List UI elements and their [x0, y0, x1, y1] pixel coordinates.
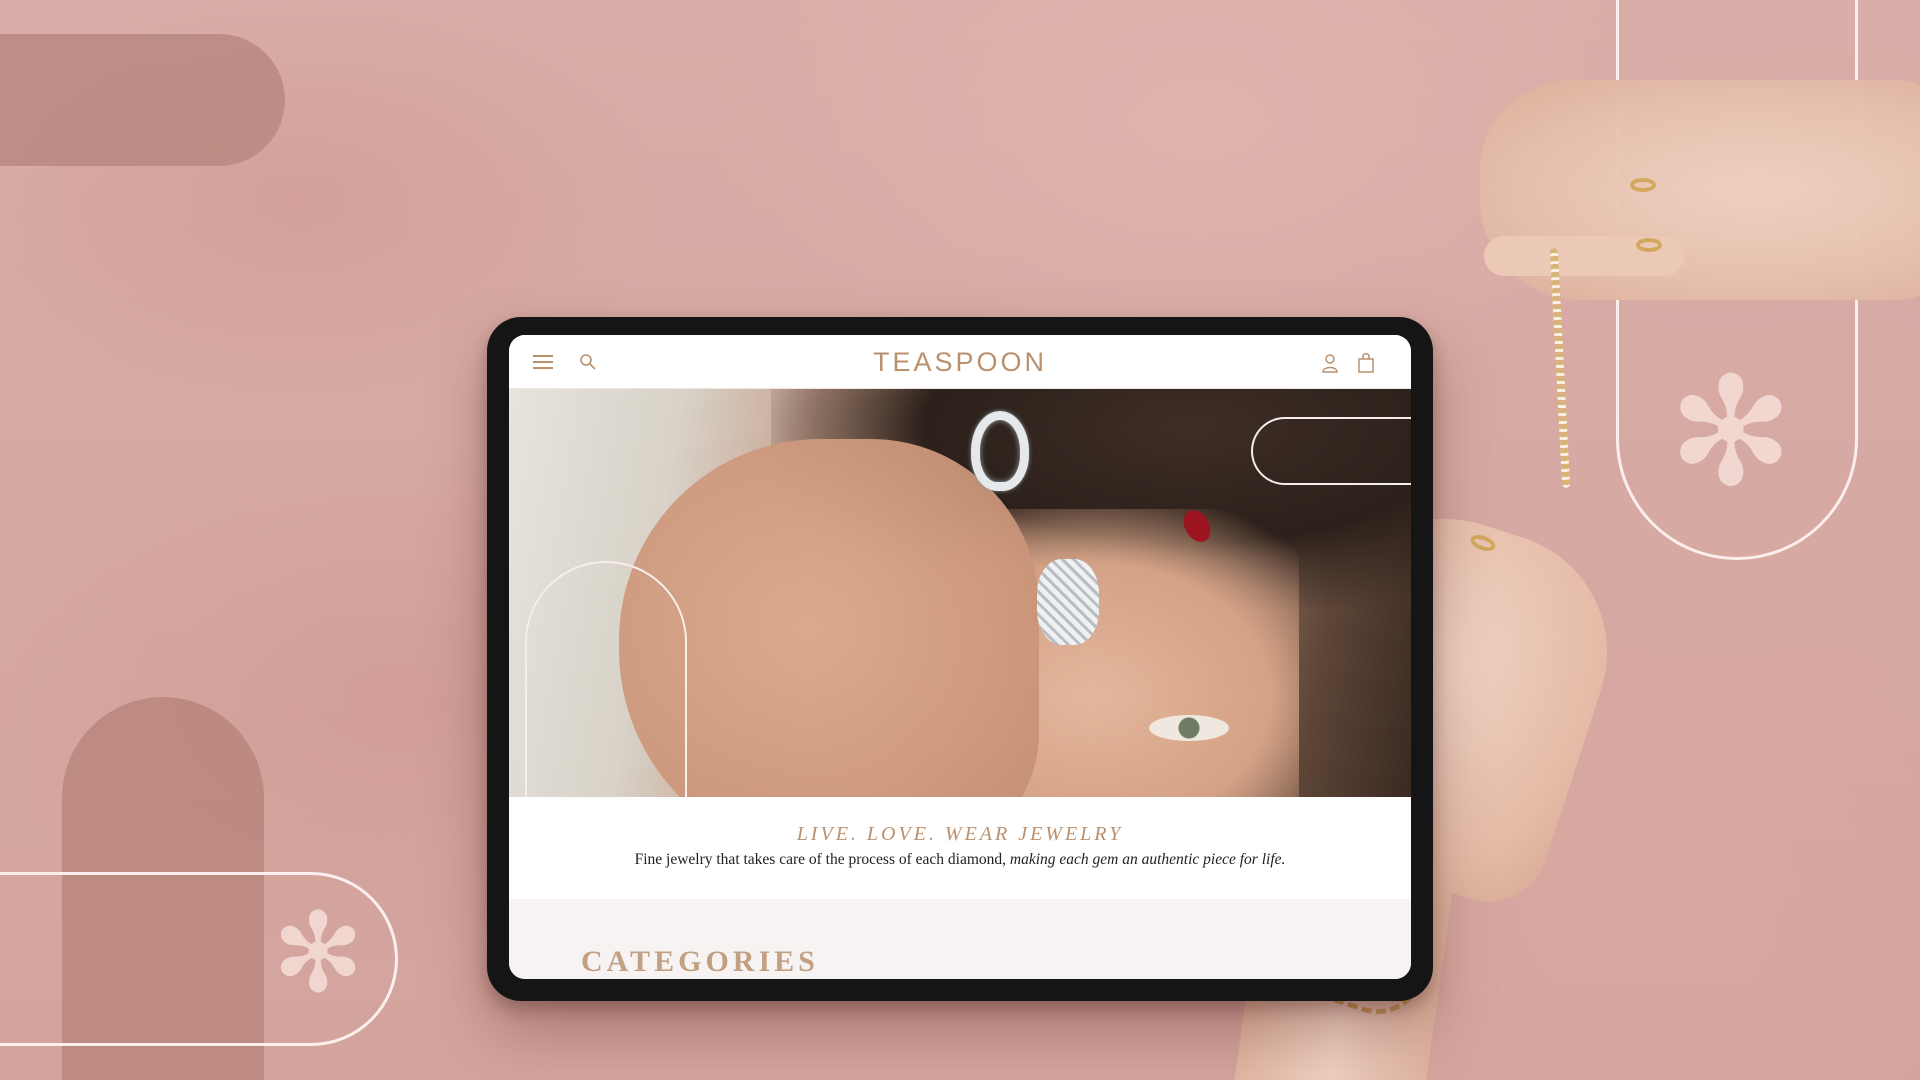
- diamond-ring-image: [1037, 559, 1099, 645]
- hero-eye: [1149, 715, 1229, 741]
- hero-image: [509, 389, 1411, 797]
- hero-subtext-plain: Fine jewelry that takes care of the proc…: [634, 851, 1010, 868]
- hero-tagline: LIVE. LOVE. WEAR JEWELRY: [796, 823, 1124, 845]
- decorative-pill-top-left: [0, 34, 285, 166]
- gold-ring-decoration: [1630, 178, 1656, 192]
- site-header: TEASPOON: [509, 335, 1411, 389]
- asterisk-decoration-icon: ✻: [1668, 346, 1794, 520]
- hero-pill-outline: [1251, 417, 1411, 485]
- hero-arch-outline: [525, 561, 687, 797]
- diamond-ring-image: [971, 411, 1029, 491]
- account-icon[interactable]: [1321, 353, 1339, 373]
- categories-title: CATEGORIES: [581, 945, 819, 978]
- asterisk-decoration-icon: ✻: [272, 889, 365, 1017]
- hero-subtext-italic: making each gem an authentic piece for l…: [1009, 851, 1286, 868]
- tablet-device: TEASPOON LIVE. LOVE. WEAR JEWELRY Fine j…: [487, 317, 1433, 1001]
- hero-subtext: Fine jewelry that takes care of the proc…: [509, 851, 1411, 869]
- gold-ring-decoration: [1636, 238, 1662, 252]
- brand-logo[interactable]: TEASPOON: [509, 347, 1411, 378]
- tablet-screen: TEASPOON LIVE. LOVE. WEAR JEWELRY Fine j…: [509, 335, 1411, 979]
- shopping-bag-icon[interactable]: [1357, 352, 1375, 373]
